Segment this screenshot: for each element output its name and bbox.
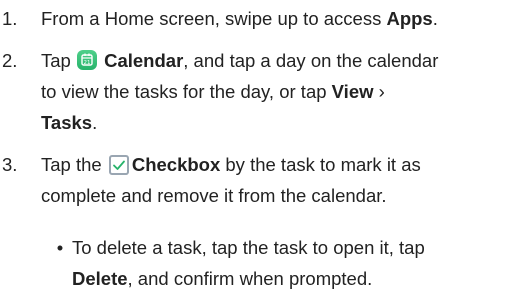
step-text: From a Home screen, swipe up to access A… <box>41 3 497 34</box>
step-1-period: . <box>432 8 438 29</box>
step-number: 1. <box>2 8 18 29</box>
calendar-label: Calendar <box>104 50 184 71</box>
step-2-text-1: , and tap a day on the calendar <box>183 50 439 71</box>
svg-text:21: 21 <box>83 60 90 66</box>
step-2-period: . <box>92 112 98 133</box>
bullet-icon: • <box>56 237 64 258</box>
step-1-text: From a Home screen, swipe up to access <box>41 8 387 29</box>
view-label: View <box>331 81 374 102</box>
instructions-page: 1. From a Home screen, swipe up to acces… <box>0 0 505 294</box>
calendar-app-icon: 21 <box>76 50 97 70</box>
chevron-right-icon: › <box>373 81 385 102</box>
step-text: Tap the Checkbox by the task to mark it … <box>41 149 497 211</box>
checkbox-label: Checkbox <box>131 154 221 175</box>
delete-label: Delete <box>72 268 128 289</box>
tasks-label: Tasks <box>41 112 93 133</box>
step-3-tap-the: Tap the <box>41 154 107 175</box>
step-3-text-2: complete and remove it from the calendar… <box>41 185 387 206</box>
step-number: 3. <box>2 154 18 175</box>
substep: To delete a task, tap the task to open i… <box>72 232 497 294</box>
substep-text-1: To delete a task, tap the task to open i… <box>72 237 425 258</box>
substep-text-2: , and confirm when prompted. <box>127 268 373 289</box>
step-text: Tap 21 Calendar, and tap a day on the ca… <box>41 45 497 138</box>
step-2-text-2: to view the tasks for the day, or tap <box>41 81 332 102</box>
step-number: 2. <box>2 50 18 71</box>
step-3-text-1: by the task to mark it as <box>220 154 421 175</box>
step-2-tap: Tap <box>41 50 76 71</box>
checkbox-icon <box>108 155 129 175</box>
apps-label: Apps <box>386 8 433 29</box>
